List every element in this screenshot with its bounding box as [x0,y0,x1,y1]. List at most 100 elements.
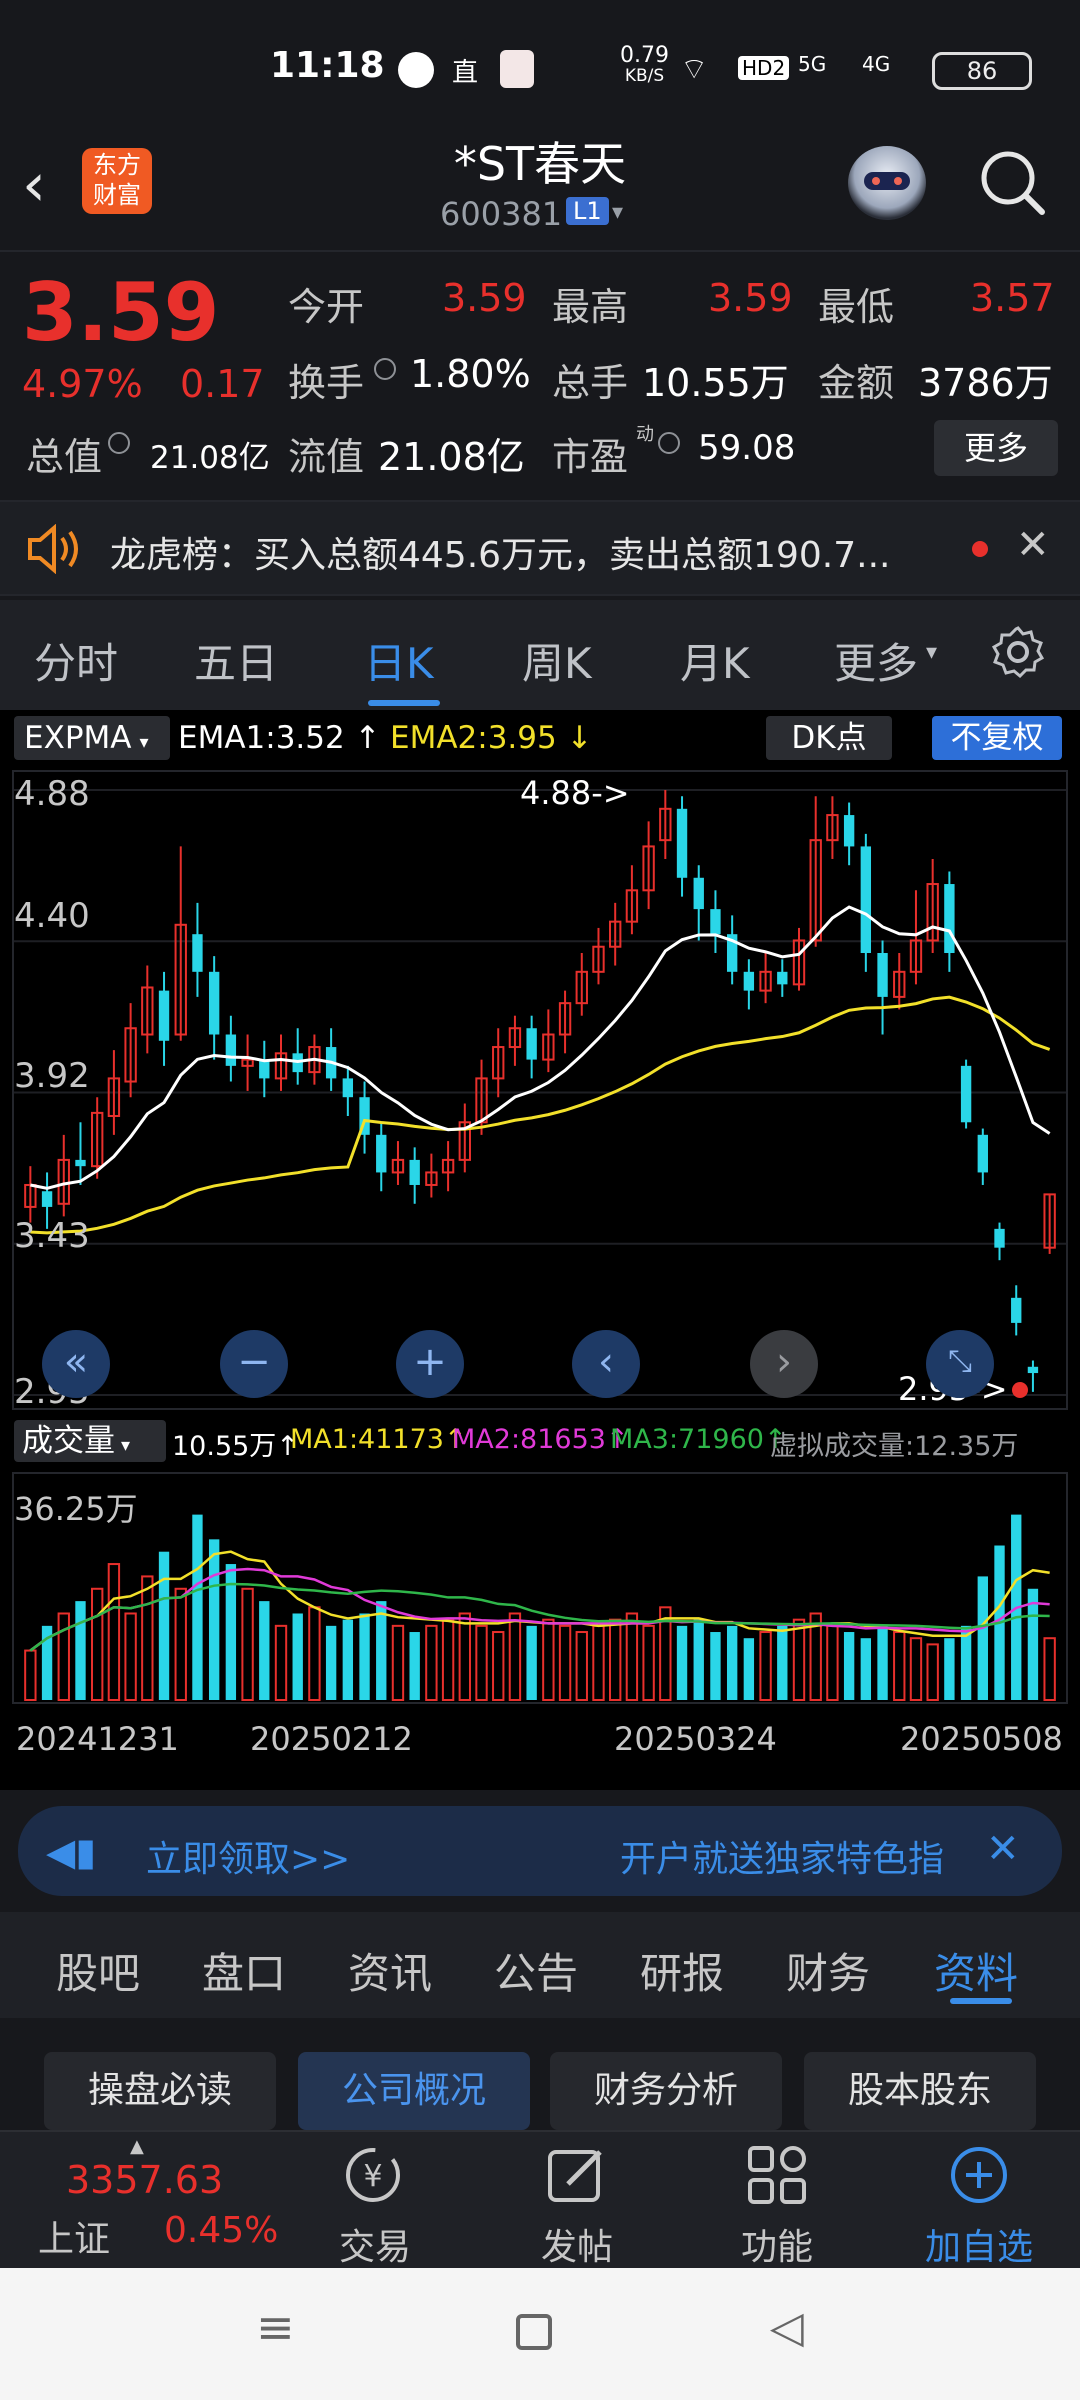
subtab-must-read[interactable]: 操盘必读 [44,2052,276,2130]
back-triangle-icon[interactable]: ◁ [770,2302,804,2353]
subtab-financial-analysis[interactable]: 财务分析 [550,2052,782,2130]
status-bar: 11:18 直 0.79 KB/S ⌔ HD2 5G 4G 86 [0,0,1080,140]
net-unit: KB/S [624,66,665,86]
tab-more[interactable]: 更多 [834,630,918,691]
tab-daily-k[interactable]: 日K [364,630,434,691]
volume-bar [342,1619,354,1700]
tab-announcements[interactable]: 公告 [494,1940,578,2001]
tab-research[interactable]: 研报 [640,1940,724,2001]
index-value[interactable]: 3357.63 [66,2158,223,2202]
volume-bar [609,1618,622,1701]
info-dots-icon[interactable] [658,432,680,454]
active-tab-indicator [950,1998,1012,2004]
amount-label: 金额 [818,361,895,405]
high-marker-label: 4.88-> [520,774,630,812]
scroll-left-icon[interactable]: ‹ [572,1330,640,1398]
index-change: 0.45% [164,2210,279,2251]
candle-body [41,1191,53,1207]
level-badge[interactable]: L1 [566,197,609,225]
zoom-in-icon[interactable]: + [396,1330,464,1398]
tab-orderbook[interactable]: 盘口 [202,1940,286,2001]
tab-finance[interactable]: 财务 [786,1940,870,2001]
volume-bar [24,1649,37,1702]
volume-bar [107,1563,121,1701]
candlestick-chart[interactable] [12,770,1068,1410]
pe-dynamic-sup: 动 [636,424,654,445]
subtab-company-overview[interactable]: 公司概况 [298,2052,530,2130]
promo-link[interactable]: 立即领取>> [146,1830,350,1882]
volume-bar [441,1618,455,1701]
scroll-to-start-icon[interactable]: « [42,1330,110,1398]
float-cap-label: 流值 [288,435,365,479]
index-name: 上证 [38,2219,111,2260]
tab-monthly-k[interactable]: 月K [680,630,750,691]
candle-body [75,1159,86,1167]
candle-body [860,846,872,954]
functions-label[interactable]: 功能 [697,2218,857,2270]
status-time: 11:18 [270,45,385,86]
candle-body [158,990,170,1041]
pe-value: 59.08 [698,428,796,468]
candle-body [1011,1297,1022,1323]
scroll-right-icon[interactable]: › [750,1330,818,1398]
post-label[interactable]: 发帖 [497,2218,657,2270]
tab-news[interactable]: 资讯 [348,1940,432,2001]
menu-lines-icon[interactable]: ≡ [256,2300,295,2354]
chevron-down-icon[interactable]: ▾ [612,200,623,225]
tab-guba[interactable]: 股吧 [56,1940,140,2001]
volume-bar [592,1624,605,1702]
volume-bar [625,1612,639,1701]
caret-down-icon: ▾ [139,732,149,753]
fullscreen-icon[interactable]: ⤡ [926,1330,994,1398]
tab-five-day[interactable]: 五日 [194,630,278,691]
volume-bar [877,1625,888,1700]
caret-up-icon[interactable]: ▲ [130,2136,144,2157]
candle-body [777,971,788,985]
signal-5g-icon: 5G [798,52,827,76]
volume-bar [308,1606,321,1701]
close-icon[interactable]: ✕ [1016,522,1050,568]
volume-indicator-selector[interactable]: 成交量 ▾ [14,1420,166,1462]
candle-body [710,909,721,935]
dragon-tiger-text[interactable]: 龙虎榜：买入总额445.6万元，卖出总额190.7... [110,526,890,578]
home-square-icon[interactable] [516,2314,552,2350]
caret-down-icon[interactable]: ▾ [926,640,937,665]
tab-intraday[interactable]: 分时 [34,630,118,691]
tab-weekly-k[interactable]: 周K [522,630,592,691]
settings-gear-icon[interactable] [990,624,1046,680]
functions-grid-icon[interactable] [744,2142,810,2208]
close-icon[interactable]: ✕ [986,1826,1020,1872]
dk-point-button[interactable]: DK点 [766,716,892,760]
volume-bar [492,1631,505,1701]
add-watchlist-icon[interactable] [946,2142,1012,2208]
ema1-label: EMA1:3.52 ↑ [178,720,381,756]
zoom-out-icon[interactable]: − [220,1330,288,1398]
info-dots-icon[interactable] [108,432,130,454]
amount-value: 3786万 [918,361,1053,405]
low-value: 3.57 [970,276,1055,320]
volume-chart[interactable] [12,1472,1068,1704]
volume-bar [1027,1588,1039,1700]
ema2-label: EMA2:3.95 ↓ [390,720,593,756]
indicator-selector[interactable]: EXPMA ▾ [14,716,170,760]
volume-bar [376,1601,387,1700]
pe-label: 市盈 [552,435,629,479]
tab-profile[interactable]: 资料 [934,1940,1018,2001]
robot-assistant-icon[interactable] [848,146,926,220]
volume-bar [909,1637,923,1701]
adjust-type-button[interactable]: 不复权 [932,716,1062,760]
more-button[interactable]: 更多 [934,420,1058,476]
search-icon[interactable] [976,146,1048,218]
volume-bar [777,1625,788,1700]
trade-yen-icon[interactable]: ¥ [340,2142,406,2212]
change-amount: 0.17 [180,362,265,406]
trade-label[interactable]: 交易 [295,2218,455,2270]
volume-bar [359,1613,370,1700]
volume-bar [642,1624,655,1702]
volume-tick-label: 36.25万 [14,1490,138,1528]
volume-bar [726,1625,738,1700]
add-watchlist-label[interactable]: 加自选 [899,2218,1059,2270]
info-dots-icon[interactable] [374,358,396,380]
post-edit-icon[interactable] [544,2142,610,2208]
subtab-shareholders[interactable]: 股本股东 [804,2052,1036,2130]
